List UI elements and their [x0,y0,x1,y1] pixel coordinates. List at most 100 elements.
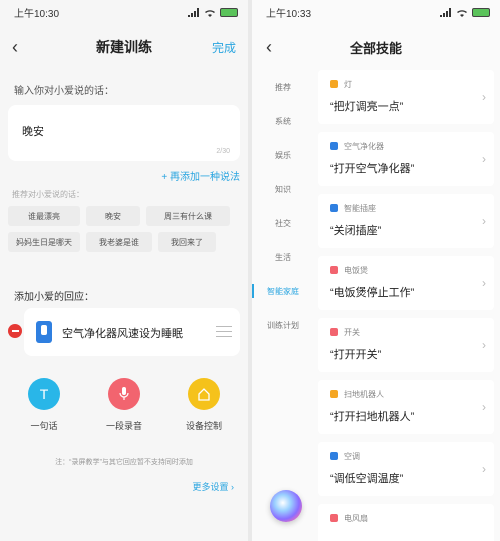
drag-handle-icon[interactable] [216,326,232,338]
remove-response-icon[interactable] [8,324,22,338]
skill-category: 空气净化器 [344,142,384,151]
status-time: 上午10:30 [14,8,60,20]
skill-card[interactable]: 智能插座 “关闭插座” › [318,194,494,248]
suggestion-chip[interactable]: 周三有什么课 [146,206,230,226]
skill-command: “把灯调亮一点” [330,101,404,113]
skill-command: “打开扫地机器人” [330,411,415,423]
wifi-icon [205,9,215,17]
phrase-input[interactable]: 晚安 2/30 [8,105,240,161]
battery-icon [472,7,490,17]
skill-command: “调低空调温度” [330,473,404,485]
status-icons [440,7,490,17]
skill-list: 灯 “把灯调亮一点” › 空气净化器 “打开空气净化器” › 智能插座 “关闭插座” › 电… [318,70,494,541]
signal-icon [440,7,451,17]
category-item[interactable]: 知识 [252,172,314,206]
nav-bar: ‹ 全部技能 [252,24,500,70]
text-icon: T [28,378,60,410]
air-purifier-icon [36,321,52,343]
air-conditioner-icon [330,452,338,460]
back-arrow-icon[interactable]: ‹ [266,37,272,58]
char-counter: 2/30 [216,148,230,155]
rice-cooker-icon [330,266,338,274]
response-item[interactable]: 空气净化器风速设为睡眠 [24,308,240,356]
battery-icon [220,7,238,17]
skill-command: “关闭插座” [330,225,382,237]
suggestion-chip[interactable]: 谁最漂亮 [8,206,80,226]
skill-card[interactable]: 开关 “打开开关” › [318,318,494,372]
category-item[interactable]: 娱乐 [252,138,314,172]
air-purifier-icon [330,142,338,150]
skill-command: “打开开关” [330,349,382,361]
skill-category: 电风扇 [344,514,368,523]
status-bar: 上午10:30 [0,0,248,24]
skill-category: 空调 [344,452,360,461]
skill-category: 扫地机器人 [344,390,384,399]
skill-category: 电饭煲 [344,266,368,275]
back-arrow-icon[interactable]: ‹ [12,37,30,57]
skill-card[interactable]: 灯 “把灯调亮一点” › [318,70,494,124]
add-recording-button[interactable]: 一段录音 [89,378,159,432]
skill-category: 开关 [344,328,360,337]
response-text: 空气净化器风速设为睡眠 [62,328,183,340]
light-icon [330,80,338,88]
phrase-input-value: 晚安 [22,126,44,138]
suggestion-chip[interactable]: 我老婆是谁 [86,232,152,252]
category-sidebar: 推荐 系统 娱乐 知识 社交 生活 智能家庭 训练计划 [252,70,314,342]
wifi-icon [457,9,467,17]
response-label: 添加小爱的回应： [14,292,94,303]
skill-command: “打开空气净化器” [330,163,415,175]
chevron-right-icon: › [482,276,486,290]
skill-card[interactable]: 空调 “调低空调温度” › [318,442,494,496]
suggest-label: 推荐对小爱说的话： [12,190,84,199]
fan-icon [330,514,338,522]
category-item[interactable]: 推荐 [252,70,314,104]
action-label: 一段录音 [105,421,142,431]
microphone-icon [108,378,140,410]
skill-card[interactable]: 电风扇 [318,504,494,541]
switch-icon [330,328,338,336]
nav-bar: ‹ 新建训练 完成 [0,24,248,70]
smart-plug-icon [330,204,338,212]
response-actions: T 一句话 一段录音 设备控制 [0,378,248,432]
home-icon [188,378,220,410]
chevron-right-icon: › [482,214,486,228]
chevron-right-icon: › [482,90,486,104]
more-settings-link[interactable]: 更多设置 › [193,480,235,493]
category-item[interactable]: 训练计划 [252,308,314,342]
suggestion-chip[interactable]: 我回来了 [158,232,216,252]
chevron-right-icon: › [482,400,486,414]
skill-card[interactable]: 扫地机器人 “打开扫地机器人” › [318,380,494,434]
done-button[interactable]: 完成 [212,39,236,56]
note-text: 注：“录屏教学”与其它回应暂不支持同时添加 [55,459,193,466]
input-label: 输入你对小爱说的话： [14,86,114,97]
skill-category: 智能插座 [344,204,376,213]
suggestion-chips: 谁最漂亮 晚安 周三有什么课 妈妈生日是哪天 我老婆是谁 我回来了 [0,200,248,252]
chevron-right-icon: › [482,338,486,352]
chevron-right-icon: › [482,152,486,166]
status-time: 上午10:33 [266,8,312,20]
skill-category: 灯 [344,80,352,89]
status-bar: 上午10:33 [252,0,500,24]
signal-icon [188,7,199,17]
chevron-right-icon: › [482,462,486,476]
suggestion-chip[interactable]: 晚安 [86,206,140,226]
action-label: 一句话 [30,421,58,431]
skill-card[interactable]: 空气净化器 “打开空气净化器” › [318,132,494,186]
category-item[interactable]: 生活 [252,240,314,274]
category-item[interactable]: 社交 [252,206,314,240]
page-title: 全部技能 [349,40,402,56]
page-title: 新建训练 [96,39,152,55]
new-training-screen: 上午10:30 ‹ 新建训练 完成 输入你对小爱说的话： 晚安 2/30 + 再… [0,0,248,541]
robot-vacuum-icon [330,390,338,398]
category-item[interactable]: 系统 [252,104,314,138]
skill-card[interactable]: 电饭煲 “电饭煲停止工作” › [318,256,494,310]
category-item-active[interactable]: 智能家庭 [252,274,314,308]
add-device-control-button[interactable]: 设备控制 [169,378,239,432]
suggestion-chip[interactable]: 妈妈生日是哪天 [8,232,80,252]
action-label: 设备控制 [185,421,222,431]
add-phrase-link[interactable]: + 再添加一种说法 [0,168,248,183]
add-sentence-button[interactable]: T 一句话 [9,378,79,432]
all-skills-screen: 上午10:33 ‹ 全部技能 推荐 系统 娱乐 知识 社交 生活 智能家庭 训练… [252,0,500,541]
xiaoai-assistant-icon[interactable] [270,490,302,522]
skill-command: “电饭煲停止工作” [330,287,415,299]
